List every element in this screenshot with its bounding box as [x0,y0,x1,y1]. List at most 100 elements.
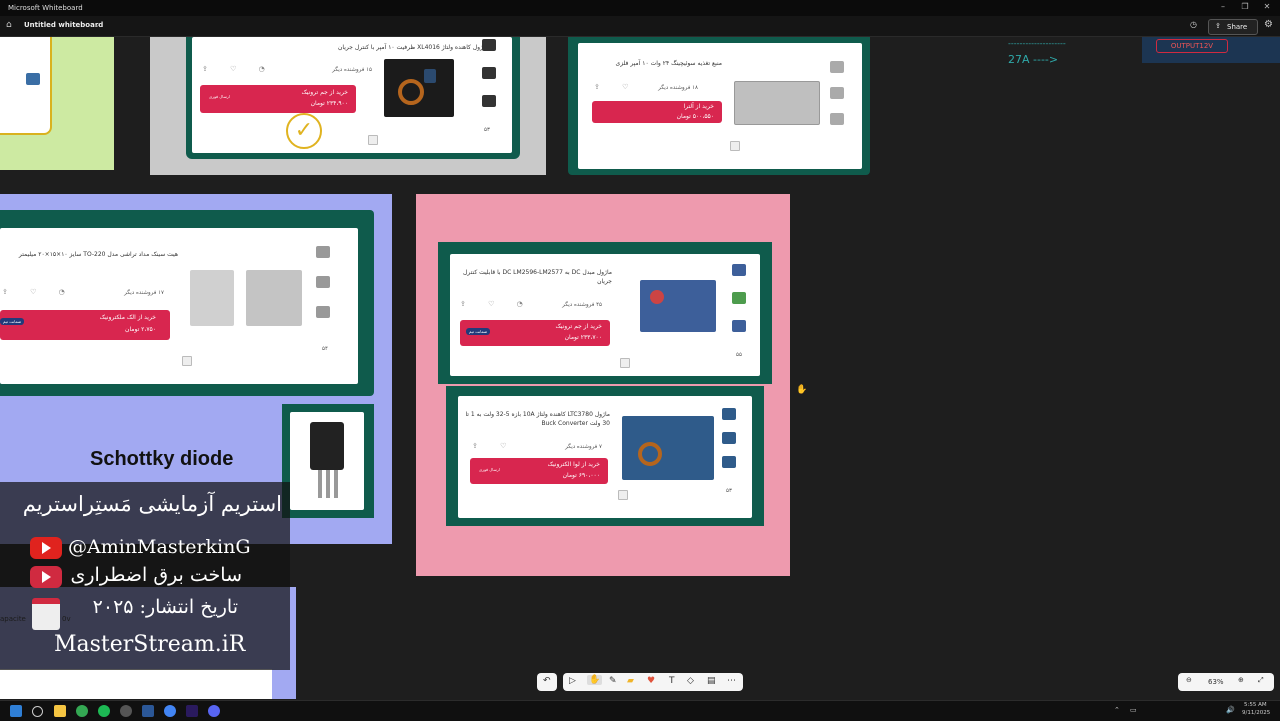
compare-icon[interactable] [182,356,192,366]
action-icons[interactable]: ⇪ ♡ [472,442,516,450]
fit-icon[interactable]: ⤢ [1258,676,1264,685]
check-mark-drawing[interactable]: ✓ [286,113,322,149]
buy-button[interactable]: خرید از الک ملکترونیک ۲،۷۵۰ تومان ضمانت … [0,310,170,340]
action-icons[interactable]: ⇪ ♡ ◔ [202,65,275,73]
thumbnail[interactable] [482,39,496,51]
app-icon[interactable] [164,705,176,717]
frame-pink[interactable]: ماژول مبدل DC به DC LM2596-LM2577 با قاب… [416,194,790,576]
more-icon[interactable]: ⋯ [727,676,736,686]
product-card-heatsink[interactable]: هیت سینک مداد تراشی مدل TO-220 سایز ۱۰×۱… [0,228,358,384]
product-card-lm2596[interactable]: ماژول مبدل DC به DC LM2596-LM2577 با قاب… [450,254,760,376]
whiteboard-icon[interactable] [142,705,154,717]
play-triangle [42,571,51,583]
buy-button[interactable]: خرید از لوا الکترونیک ۶۹۰،۰۰۰ تومان ارسا… [470,458,608,484]
zoom-out-icon[interactable]: ⊖ [1186,676,1192,684]
shipping-tag: ارسال فوری [479,467,500,472]
maximize-icon[interactable]: ❐ [1238,2,1252,14]
thumbnail[interactable] [830,87,844,99]
compare-icon[interactable] [620,358,630,368]
schottky-label[interactable]: Schottky diode [90,448,233,471]
thumbnail[interactable] [316,276,330,288]
sellers-count[interactable]: ۴۵ فروشنده دیگر [562,302,602,308]
thumbnail[interactable] [482,67,496,79]
zoom-in-icon[interactable]: ⊕ [1238,676,1244,684]
warranty-tag: ضمانت تیم [466,328,491,335]
frame-green[interactable] [0,37,114,170]
insert-icon[interactable]: ▤ [707,676,716,686]
buy-label: خرید از جم ترونیک [555,323,602,330]
select-icon[interactable]: ▷ [569,676,576,686]
thumbnail[interactable] [732,320,746,332]
youtube-handle: @AminMasterkinG [68,536,251,558]
settings-icon[interactable]: ⚙ [1264,19,1273,30]
thumbnail[interactable] [316,246,330,258]
sticky-note-icon[interactable]: ▰ [627,676,634,686]
thumbnail[interactable] [722,408,736,420]
compare-icon[interactable] [368,135,378,145]
inductor-shape [638,442,662,466]
thumbnail[interactable] [722,432,736,444]
obs-icon[interactable] [120,705,132,717]
product-image [26,73,40,85]
clock-date[interactable]: 9/11/2025 [1242,710,1270,716]
file-explorer-icon[interactable] [54,705,66,717]
warranty-tag: ضمانت تیم [0,318,25,325]
sellers-count[interactable]: ۱۵ فروشنده دیگر [332,67,372,73]
network-icon[interactable]: ▭ [1130,706,1137,714]
action-icons[interactable]: ⇪ ♡ [594,83,638,91]
timer-icon[interactable]: ◷ [1190,20,1200,30]
discord-icon[interactable] [208,705,220,717]
buy-button[interactable]: خرید از جم ترونیک ۲۳۳،۷۰۰ تومان ضمانت تی… [460,320,610,346]
document-title[interactable]: Untitled whiteboard [24,21,103,29]
zoom-level[interactable]: 63% [1208,678,1224,686]
lead [318,470,322,498]
undo-button[interactable]: ↶ [537,673,557,691]
thumbnail[interactable] [732,264,746,276]
inking-toolbar: ▷ ✋ ✎ ▰ ♥ T ◇ ▤ ⋯ [563,673,743,691]
clock-time[interactable]: 5:55 AM [1244,702,1267,708]
output-image[interactable]: OUTPUT12V [1142,37,1280,63]
product-title: ماژول LTC3780 کاهنده ولتاژ 10A بازه 5-32… [465,411,610,427]
compare-icon[interactable] [730,141,740,151]
schottky-diode-image[interactable] [290,412,364,510]
search-icon[interactable] [32,706,43,717]
buy-label: خرید از لوا الکترونیک [547,461,600,468]
product-card-psu[interactable]: منبع تغذیه سوئیچینگ ۲۴ وات ۱۰ آمپر فلزی … [578,43,862,169]
minimize-icon[interactable]: – [1216,2,1230,14]
chrome-icon[interactable] [76,705,88,717]
thumbnail[interactable] [830,61,844,73]
thumbnail[interactable] [482,95,496,107]
start-icon[interactable] [10,705,22,717]
close-icon[interactable]: ✕ [1260,2,1274,14]
volume-icon[interactable]: 🔊 [1226,706,1235,714]
compare-icon[interactable] [618,490,628,500]
sellers-count[interactable]: ۱۷ فروشنده دیگر [124,290,164,296]
buy-button[interactable]: خرید از آلترا ۵۰۰،۵۵۰ تومان [592,101,722,123]
sellers-count[interactable]: ۷ فروشنده دیگر [565,444,602,450]
buy-button[interactable]: خرید از جم ترونیک ۲۳۴،۹۰۰ تومان ارسال فو… [200,85,356,113]
thumbnail[interactable] [830,113,844,125]
card-partial[interactable] [0,37,52,135]
sellers-count[interactable]: ۱۸ فروشنده دیگر [658,85,698,91]
home-icon[interactable]: ⌂ [6,20,16,30]
thumbnail[interactable] [722,456,736,468]
action-icons[interactable]: ⇪ ♡ ◔ [2,288,75,296]
product-card-ltc3780[interactable]: ماژول LTC3780 کاهنده ولتاژ 10A بازه 5-32… [458,396,752,518]
action-icons[interactable]: ⇪ ♡ ◔ [460,300,533,308]
premiere-icon[interactable] [186,705,198,717]
chevron-down-icon[interactable]: ⌄ [94,21,100,29]
tray-chevron-icon[interactable]: ⌃ [1114,706,1120,714]
thumbnail[interactable] [316,306,330,318]
pen-icon[interactable]: ✎ [609,676,617,686]
note-dashes[interactable]: -------------------- [1008,39,1066,48]
shapes-icon[interactable]: ◇ [687,676,694,686]
text-icon[interactable]: T [669,676,675,686]
note-27a[interactable]: 27A ----> [1008,53,1058,66]
hand-icon[interactable]: ✋ [587,675,603,685]
product-card-xl4016[interactable]: ماژول کاهنده ولتاژ XL4016 ظرفیت ۱۰ آمپر … [192,37,512,153]
frame-gray[interactable]: ماژول کاهنده ولتاژ XL4016 ظرفیت ۱۰ آمپر … [150,37,546,175]
spotify-icon[interactable] [98,705,110,717]
reaction-icon[interactable]: ♥ [647,676,655,686]
thumbnail[interactable] [732,292,746,304]
share-button[interactable]: ⇪ Share [1208,19,1258,35]
